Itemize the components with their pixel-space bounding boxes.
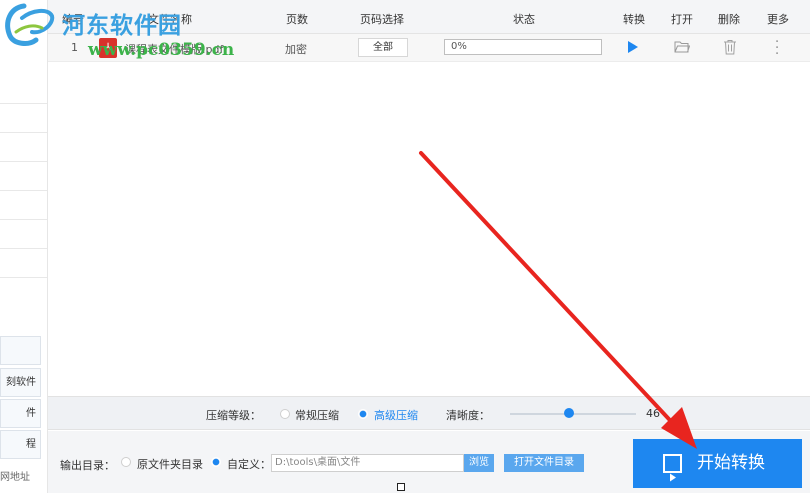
resize-handle[interactable]	[397, 483, 405, 491]
compression-options-bar: 压缩等级： 常规压缩 高级压缩 清晰度： 46	[48, 396, 810, 430]
col-status: 状态	[513, 13, 535, 26]
play-icon[interactable]	[628, 41, 638, 53]
sidebar-item[interactable]	[0, 75, 47, 104]
row-index: 1	[71, 41, 78, 54]
col-page-select: 页码选择	[360, 13, 404, 26]
output-bar: 输出目录： 原文件夹目录 自定义： D:\tools\桌面\文件 浏览 打开文件…	[48, 431, 810, 493]
col-more: 更多	[767, 13, 789, 26]
watermark-logo	[5, 3, 55, 46]
start-convert-button[interactable]: 开始转换	[633, 439, 802, 488]
sidebar-promo-box[interactable]: 件	[0, 399, 41, 428]
sidebar-item[interactable]	[0, 162, 47, 191]
progress-bar: 0%	[444, 39, 602, 55]
clarity-slider-thumb[interactable]	[564, 408, 574, 418]
advanced-compression-label[interactable]: 高级压缩	[374, 407, 418, 423]
app-window: 刻软件 件 程 网地址 编号 文件名称 页数 页码选择 状态 转换 打开 删除 …	[0, 0, 810, 493]
output-path-input[interactable]: D:\tools\桌面\文件	[271, 454, 464, 472]
sidebar-item[interactable]	[0, 220, 47, 249]
radio-original-folder[interactable]	[121, 457, 131, 467]
sidebar-website-link[interactable]: 网地址	[0, 468, 47, 483]
progress-text: 0%	[451, 41, 467, 52]
sidebar-item[interactable]	[0, 191, 47, 220]
more-vertical-icon[interactable]: · · ·	[775, 36, 781, 61]
col-open: 打开	[671, 13, 693, 26]
normal-compression-label[interactable]: 常规压缩	[295, 407, 339, 423]
watermark-url: www.pc0359.cn	[88, 40, 235, 60]
col-delete: 删除	[718, 13, 740, 26]
radio-custom-folder[interactable]	[211, 457, 221, 467]
sidebar-item[interactable]	[0, 249, 47, 278]
sidebar-item[interactable]	[0, 133, 47, 162]
folder-open-icon[interactable]	[674, 40, 690, 54]
compression-level-label: 压缩等级：	[206, 409, 261, 422]
clarity-value: 46	[646, 407, 660, 420]
radio-normal[interactable]	[280, 409, 290, 419]
col-convert: 转换	[623, 13, 645, 26]
clarity-label: 清晰度：	[446, 409, 490, 422]
output-dir-label: 输出目录：	[60, 459, 115, 472]
browse-button[interactable]: 浏览	[464, 454, 494, 472]
sidebar-promo-box[interactable]: 程	[0, 430, 41, 459]
radio-advanced[interactable]	[358, 409, 368, 419]
play-box-icon	[663, 454, 682, 482]
sidebar-promo-box[interactable]	[0, 336, 41, 365]
custom-folder-label[interactable]: 自定义：	[227, 456, 271, 472]
open-folder-button[interactable]: 打开文件目录	[504, 454, 584, 472]
original-folder-label[interactable]: 原文件夹目录	[137, 456, 203, 472]
trash-icon[interactable]	[723, 39, 737, 55]
watermark-title: 河东软件园	[62, 12, 182, 39]
page-select-button[interactable]: 全部	[358, 38, 408, 57]
left-sidebar: 刻软件 件 程 网地址	[0, 0, 48, 493]
col-pages: 页数	[286, 13, 308, 26]
sidebar-item[interactable]	[0, 104, 47, 133]
sidebar-promo-box[interactable]: 刻软件	[0, 368, 41, 397]
start-convert-label: 开始转换	[697, 453, 765, 473]
row-pages: 加密	[285, 43, 307, 56]
